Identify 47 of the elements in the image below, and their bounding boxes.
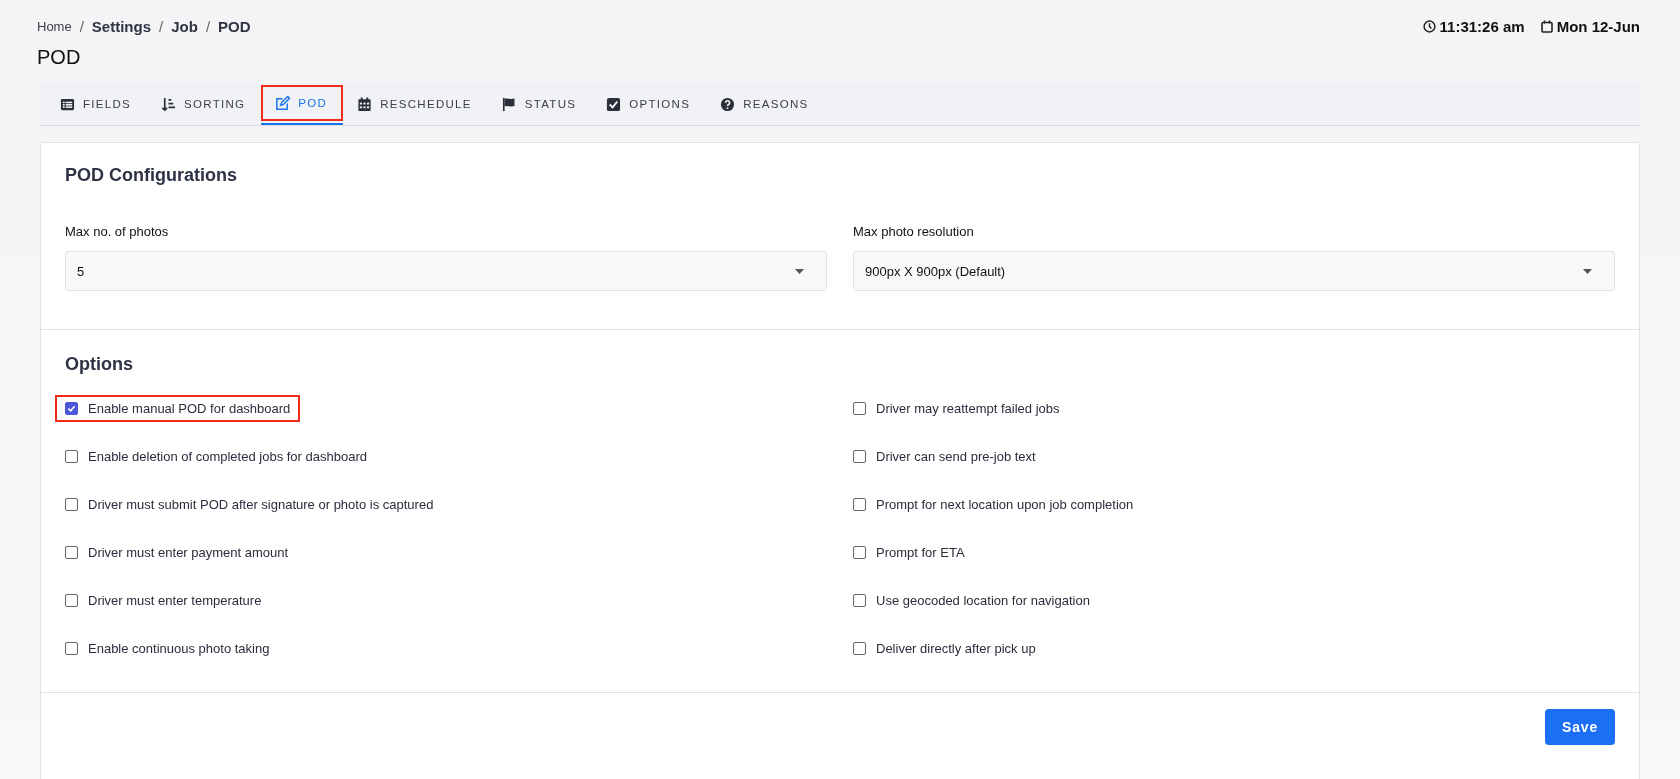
breadcrumb-separator: / <box>159 18 164 35</box>
clock-icon <box>1422 20 1436 33</box>
breadcrumb-link[interactable]: Job <box>171 18 198 35</box>
section-heading: POD Configurations <box>65 165 238 186</box>
option-checkbox[interactable]: Enable deletion of completed jobs for dashboard <box>55 443 377 470</box>
checkmark-icon <box>67 404 76 413</box>
breadcrumb-link[interactable]: Home <box>37 19 72 34</box>
caret-icon <box>795 268 804 274</box>
field-label: Max no. of photos <box>65 224 170 239</box>
date-text: Mon 12-Jun <box>1556 18 1640 35</box>
option-checkbox[interactable]: Driver must enter temperature <box>55 587 272 614</box>
breadcrumb-link[interactable]: POD <box>218 18 251 35</box>
select-field[interactable]: 5 <box>65 251 827 291</box>
select-field[interactable]: 900px X 900px (Default) <box>853 251 1615 291</box>
breadcrumb-separator: / <box>79 18 84 35</box>
save-button[interactable]: Save <box>1545 709 1615 745</box>
checkbox-icon <box>606 96 622 112</box>
question-icon <box>720 96 736 112</box>
option-checkbox[interactable]: Driver can send pre-job text <box>843 443 1046 470</box>
tab[interactable]: SORTING <box>147 83 262 125</box>
section-heading: Options <box>65 354 134 375</box>
calendar-icon <box>357 96 373 112</box>
option-checkbox[interactable]: Prompt for ETA <box>843 539 975 566</box>
tab[interactable]: STATUS <box>487 83 593 125</box>
breadcrumb-link[interactable]: Settings <box>91 18 152 35</box>
clock-time: 11:31:26 am <box>1439 18 1525 35</box>
list-icon <box>60 96 75 112</box>
option-checkbox[interactable]: Driver may reattempt failed jobs <box>843 395 1070 422</box>
option-checkbox[interactable]: Driver must enter payment amount <box>55 539 299 566</box>
tab[interactable]: OPTIONS <box>592 83 707 125</box>
option-checkbox[interactable]: Prompt for next location upon job completion <box>843 491 1144 518</box>
breadcrumb-separator: / <box>205 18 211 35</box>
tab[interactable]: REASONS <box>706 83 825 125</box>
option-checkbox[interactable]: Use geocoded location for navigation <box>843 587 1100 614</box>
flag-icon <box>501 96 517 112</box>
page-title: POD <box>37 46 82 69</box>
option-checkbox[interactable]: Enable manual POD for dashboard <box>55 395 301 422</box>
calendar-icon <box>1540 20 1553 33</box>
sort-icon <box>161 96 177 112</box>
field-label: Max photo resolution <box>853 224 975 239</box>
tab[interactable]: FIELDS <box>46 83 148 125</box>
tab[interactable]: RESCHEDULE <box>343 83 488 125</box>
option-checkbox[interactable]: Enable continuous photo taking <box>55 635 280 662</box>
edit-icon <box>275 95 291 111</box>
option-checkbox[interactable]: Deliver directly after pick up <box>843 635 1046 662</box>
caret-icon <box>1583 268 1592 274</box>
option-checkbox[interactable]: Driver must submit POD after signature or photo is captured <box>55 491 444 518</box>
